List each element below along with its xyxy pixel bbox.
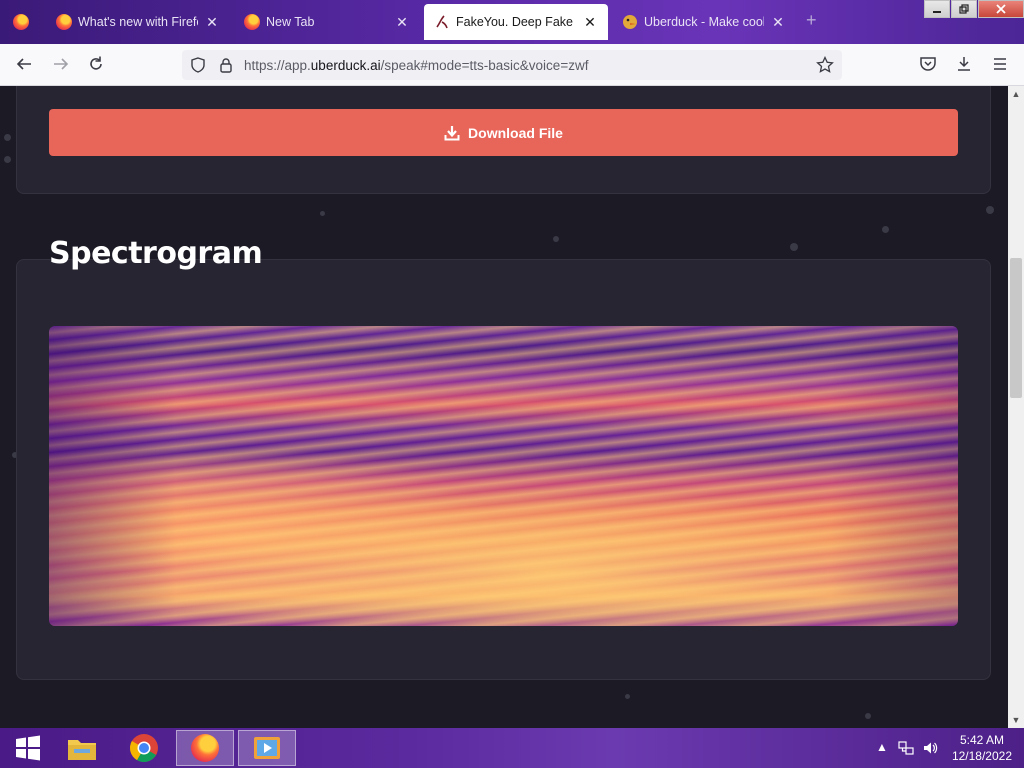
url-bar[interactable]: https://app.uberduck.ai/speak#mode=tts-b… — [182, 50, 842, 80]
close-icon — [996, 4, 1006, 14]
firefox-icon — [56, 14, 72, 30]
windows-logo-icon — [16, 735, 40, 761]
tab-fakeyou[interactable]: FakeYou. Deep Fake Text ✕ — [424, 4, 608, 40]
file-explorer-button[interactable] — [54, 730, 110, 766]
chrome-button[interactable] — [116, 730, 172, 766]
download-icon — [444, 125, 460, 140]
back-button[interactable] — [14, 55, 34, 75]
close-icon[interactable]: ✕ — [770, 14, 786, 31]
download-icon — [958, 57, 970, 71]
scroll-up-arrow-icon[interactable]: ▲ — [1008, 86, 1024, 102]
tab-title: FakeYou. Deep Fake Text — [456, 15, 576, 29]
close-icon[interactable]: ✕ — [394, 14, 410, 31]
tab-title: Uberduck - Make cool — [644, 15, 764, 29]
fakeyou-icon — [436, 15, 448, 29]
background-star — [865, 713, 871, 719]
window-controls — [923, 0, 1024, 18]
background-star — [882, 226, 889, 233]
taskbar: ▲ 5:42 AM 12/18/2022 — [0, 728, 1024, 768]
uberduck-icon — [623, 15, 637, 29]
url-text: https://app.uberduck.ai/speak#mode=tts-b… — [244, 57, 589, 73]
clock-time: 5:42 AM — [959, 733, 1004, 747]
background-star — [4, 156, 11, 163]
hamburger-icon — [994, 58, 1006, 70]
firefox-icon — [191, 734, 219, 762]
show-hidden-icons-button[interactable]: ▲ — [876, 740, 888, 754]
firefox-taskbar-button[interactable] — [176, 730, 234, 766]
download-file-button[interactable]: Download File — [49, 109, 958, 156]
forward-button[interactable] — [51, 55, 71, 75]
tab-title: New Tab — [266, 15, 315, 29]
section-title: Spectrogram — [49, 236, 263, 271]
tab-bar: What's new with Firefox ✕ New Tab ✕ Fake… — [0, 0, 1024, 44]
tab-title: What's new with Firefox — [78, 15, 198, 29]
shield-icon[interactable] — [190, 57, 206, 73]
network-icon[interactable] — [898, 740, 914, 756]
close-window-button[interactable] — [978, 0, 1024, 18]
firefox-icon — [13, 14, 29, 30]
tab-uberduck[interactable]: Uberduck - Make cool ✕ — [612, 4, 796, 40]
chrome-icon — [130, 734, 158, 762]
new-tab-button[interactable]: + — [806, 10, 817, 31]
clock-date: 12/18/2022 — [951, 749, 1012, 763]
background-star — [553, 236, 559, 242]
close-icon[interactable]: ✕ — [204, 14, 220, 31]
tab-firefox-pinned[interactable] — [2, 4, 40, 40]
folder-icon — [68, 740, 96, 760]
media-player-button[interactable] — [238, 730, 296, 766]
navigation-bar: https://app.uberduck.ai/speak#mode=tts-b… — [0, 44, 1024, 86]
minimize-button[interactable] — [924, 0, 950, 18]
tab-new-tab[interactable]: New Tab ✕ — [234, 4, 420, 40]
close-icon[interactable]: ✕ — [582, 14, 598, 31]
background-star — [625, 694, 630, 699]
reload-button[interactable] — [86, 55, 106, 75]
reload-icon — [90, 56, 102, 70]
scroll-down-arrow-icon[interactable]: ▼ — [1008, 712, 1024, 728]
pocket-button[interactable] — [918, 55, 938, 75]
restore-icon — [959, 4, 969, 14]
minimize-icon — [933, 11, 941, 13]
lock-icon[interactable] — [218, 57, 234, 73]
downloads-button[interactable] — [954, 55, 974, 75]
system-clock[interactable]: 5:42 AM 12/18/2022 — [952, 732, 1012, 764]
background-star — [790, 243, 798, 251]
start-button[interactable] — [0, 730, 56, 766]
scroll-thumb[interactable] — [1010, 258, 1022, 398]
vertical-scrollbar[interactable]: ▲ ▼ — [1008, 86, 1024, 728]
media-player-icon — [254, 737, 280, 759]
volume-icon[interactable] — [922, 740, 938, 756]
download-button-label: Download File — [468, 124, 563, 141]
spectrogram-image — [49, 326, 958, 626]
pocket-icon — [920, 57, 936, 71]
star-icon[interactable] — [816, 56, 834, 74]
arrow-right-icon — [54, 58, 69, 70]
tab-whats-new[interactable]: What's new with Firefox ✕ — [46, 4, 230, 40]
arrow-left-icon — [16, 58, 31, 70]
menu-button[interactable] — [990, 55, 1010, 75]
background-star — [986, 206, 994, 214]
page-content: Download File Spectrogram — [0, 86, 1008, 728]
background-star — [320, 211, 325, 216]
background-star — [4, 134, 11, 141]
restore-button[interactable] — [951, 0, 977, 18]
firefox-icon — [244, 14, 260, 30]
